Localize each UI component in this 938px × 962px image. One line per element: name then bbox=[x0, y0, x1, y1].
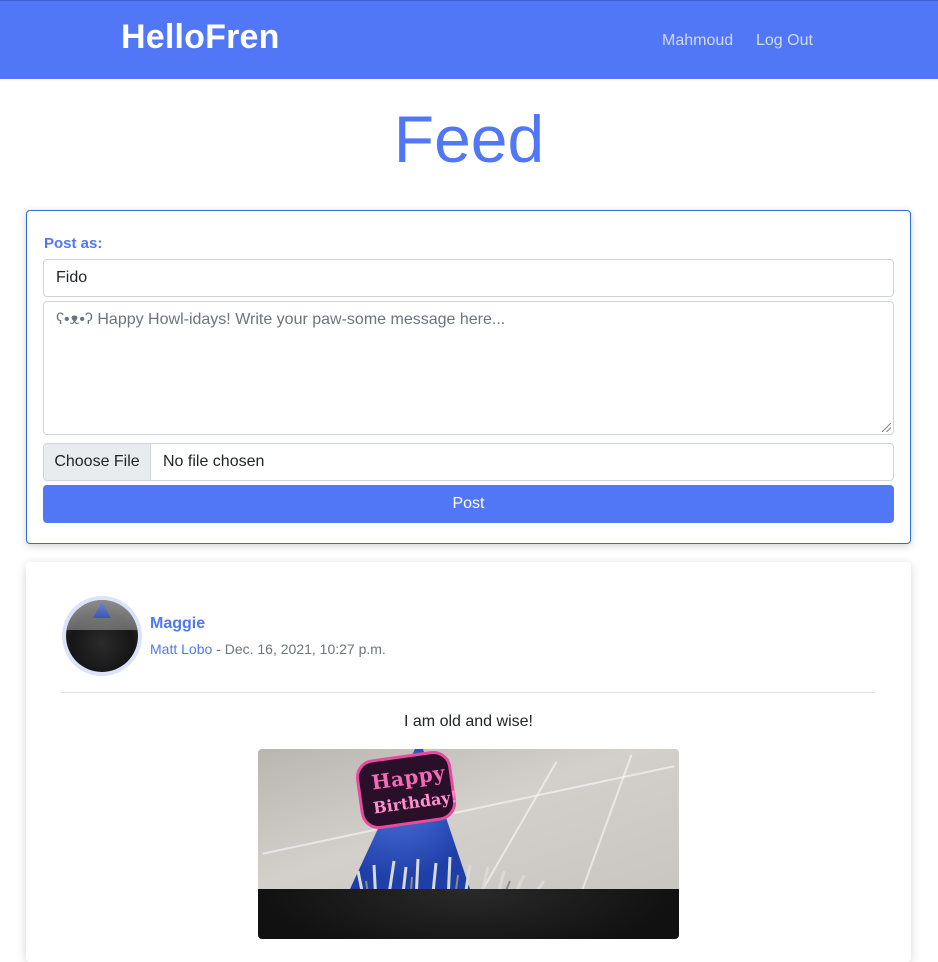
nav-user-link[interactable]: Mahmoud bbox=[662, 32, 733, 50]
page-title: Feed bbox=[393, 102, 545, 176]
post-meta: Matt Lobo - Dec. 16, 2021, 10:27 p.m. bbox=[150, 641, 386, 657]
meta-separator: - bbox=[212, 641, 225, 657]
pet-select[interactable]: Fido bbox=[43, 259, 894, 297]
post-as-label: Post as: bbox=[44, 235, 103, 252]
brand-logo[interactable]: HelloFren bbox=[121, 18, 280, 57]
feed-post-card: Maggie Matt Lobo - Dec. 16, 2021, 10:27 … bbox=[26, 562, 911, 962]
post-composer: Post as: Fido ʕ•ᴥ•ʔ Happy Howl-idays! Wr… bbox=[26, 210, 911, 544]
resize-handle-icon[interactable] bbox=[882, 423, 891, 432]
post-text: I am old and wise! bbox=[404, 713, 533, 730]
post-timestamp: Dec. 16, 2021, 10:27 p.m. bbox=[224, 641, 386, 657]
pet-photo bbox=[66, 600, 138, 672]
dog-head bbox=[258, 889, 679, 939]
birthday-badge: Happy Birthday! bbox=[353, 749, 459, 832]
message-textarea[interactable]: ʕ•ᴥ•ʔ Happy Howl-idays! Write your paw-s… bbox=[43, 301, 894, 435]
post-image: Happy Birthday! bbox=[258, 749, 679, 939]
file-input[interactable]: Choose File No file chosen bbox=[43, 443, 894, 481]
choose-file-button[interactable]: Choose File bbox=[44, 444, 151, 480]
nav-logout-link[interactable]: Log Out bbox=[756, 32, 813, 50]
message-placeholder: ʕ•ᴥ•ʔ Happy Howl-idays! Write your paw-s… bbox=[56, 311, 506, 328]
post-pet-name[interactable]: Maggie bbox=[150, 615, 205, 633]
file-status: No file chosen bbox=[163, 453, 265, 470]
navbar: HelloFren Mahmoud Log Out bbox=[0, 0, 938, 79]
post-owner-link[interactable]: Matt Lobo bbox=[150, 641, 212, 657]
avatar[interactable] bbox=[62, 596, 142, 676]
post-button[interactable]: Post bbox=[43, 485, 894, 523]
divider bbox=[61, 692, 875, 693]
